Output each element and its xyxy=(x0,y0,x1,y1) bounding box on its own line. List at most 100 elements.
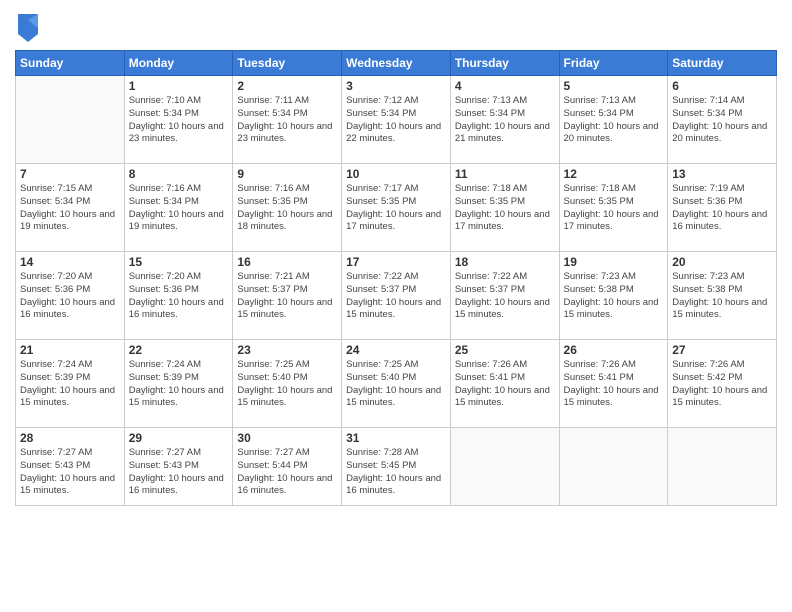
day-number: 8 xyxy=(129,167,229,181)
calendar-cell: 14 Sunrise: 7:20 AM Sunset: 5:36 PM Dayli… xyxy=(16,252,125,340)
day-info: Sunrise: 7:22 AM Sunset: 5:37 PM Dayligh… xyxy=(455,271,555,322)
calendar-cell: 5 Sunrise: 7:13 AM Sunset: 5:34 PM Daylig… xyxy=(559,76,668,164)
day-number: 13 xyxy=(672,167,772,181)
day-number: 21 xyxy=(20,343,120,357)
calendar-cell: 6 Sunrise: 7:14 AM Sunset: 5:34 PM Daylig… xyxy=(668,76,777,164)
calendar-cell: 22 Sunrise: 7:24 AM Sunset: 5:39 PM Dayli… xyxy=(124,340,233,428)
calendar-cell: 29 Sunrise: 7:27 AM Sunset: 5:43 PM Dayli… xyxy=(124,428,233,506)
day-number: 3 xyxy=(346,79,446,93)
day-number: 19 xyxy=(564,255,664,269)
day-info: Sunrise: 7:15 AM Sunset: 5:34 PM Dayligh… xyxy=(20,183,120,234)
calendar-cell: 31 Sunrise: 7:28 AM Sunset: 5:45 PM Dayli… xyxy=(342,428,451,506)
calendar-cell xyxy=(16,76,125,164)
calendar-cell: 23Sunrise: 7:25 AM Sunset: 5:40 PM Dayli… xyxy=(233,340,342,428)
day-number: 30 xyxy=(237,431,337,445)
day-info: Sunrise: 7:11 AM Sunset: 5:34 PM Dayligh… xyxy=(237,95,337,146)
day-info: Sunrise: 7:20 AM Sunset: 5:36 PM Dayligh… xyxy=(20,271,120,322)
day-number: 29 xyxy=(129,431,229,445)
calendar-cell: 15 Sunrise: 7:20 AM Sunset: 5:36 PM Dayli… xyxy=(124,252,233,340)
calendar-cell: 4 Sunrise: 7:13 AM Sunset: 5:34 PM Daylig… xyxy=(450,76,559,164)
weekday-header: Wednesday xyxy=(342,51,451,76)
weekday-header: Thursday xyxy=(450,51,559,76)
day-number: 5 xyxy=(564,79,664,93)
day-number: 2 xyxy=(237,79,337,93)
day-info: Sunrise: 7:24 AM Sunset: 5:39 PM Dayligh… xyxy=(20,359,120,410)
day-info: Sunrise: 7:26 AM Sunset: 5:41 PM Dayligh… xyxy=(455,359,555,410)
weekday-header: Tuesday xyxy=(233,51,342,76)
day-info: Sunrise: 7:27 AM Sunset: 5:44 PM Dayligh… xyxy=(237,447,337,498)
day-number: 7 xyxy=(20,167,120,181)
calendar-cell: 8 Sunrise: 7:16 AM Sunset: 5:34 PM Daylig… xyxy=(124,164,233,252)
logo xyxy=(15,14,40,42)
day-info: Sunrise: 7:24 AM Sunset: 5:39 PM Dayligh… xyxy=(129,359,229,410)
day-number: 10 xyxy=(346,167,446,181)
day-info: Sunrise: 7:19 AM Sunset: 5:36 PM Dayligh… xyxy=(672,183,772,234)
calendar-cell: 18Sunrise: 7:22 AM Sunset: 5:37 PM Dayli… xyxy=(450,252,559,340)
day-number: 1 xyxy=(129,79,229,93)
day-info: Sunrise: 7:26 AM Sunset: 5:41 PM Dayligh… xyxy=(564,359,664,410)
day-number: 17 xyxy=(346,255,446,269)
day-number: 27 xyxy=(672,343,772,357)
day-number: 23 xyxy=(237,343,337,357)
calendar-cell: 2 Sunrise: 7:11 AM Sunset: 5:34 PM Daylig… xyxy=(233,76,342,164)
page: SundayMondayTuesdayWednesdayThursdayFrid… xyxy=(0,0,792,612)
day-info: Sunrise: 7:13 AM Sunset: 5:34 PM Dayligh… xyxy=(455,95,555,146)
calendar-cell: 11 Sunrise: 7:18 AM Sunset: 5:35 PM Dayli… xyxy=(450,164,559,252)
day-number: 16 xyxy=(237,255,337,269)
day-info: Sunrise: 7:10 AM Sunset: 5:34 PM Dayligh… xyxy=(129,95,229,146)
calendar-cell: 27 Sunrise: 7:26 AM Sunset: 5:42 PM Dayli… xyxy=(668,340,777,428)
calendar-cell: 1 Sunrise: 7:10 AM Sunset: 5:34 PM Daylig… xyxy=(124,76,233,164)
day-info: Sunrise: 7:22 AM Sunset: 5:37 PM Dayligh… xyxy=(346,271,446,322)
calendar-cell: 26 Sunrise: 7:26 AM Sunset: 5:41 PM Dayli… xyxy=(559,340,668,428)
day-number: 24 xyxy=(346,343,446,357)
day-info: Sunrise: 7:12 AM Sunset: 5:34 PM Dayligh… xyxy=(346,95,446,146)
calendar-cell: 10 Sunrise: 7:17 AM Sunset: 5:35 PM Dayli… xyxy=(342,164,451,252)
calendar-cell xyxy=(668,428,777,506)
weekday-header: Saturday xyxy=(668,51,777,76)
day-info: Sunrise: 7:16 AM Sunset: 5:35 PM Dayligh… xyxy=(237,183,337,234)
day-number: 4 xyxy=(455,79,555,93)
weekday-header: Monday xyxy=(124,51,233,76)
day-info: Sunrise: 7:13 AM Sunset: 5:34 PM Dayligh… xyxy=(564,95,664,146)
weekday-header: Sunday xyxy=(16,51,125,76)
day-number: 12 xyxy=(564,167,664,181)
day-info: Sunrise: 7:20 AM Sunset: 5:36 PM Dayligh… xyxy=(129,271,229,322)
weekday-header: Friday xyxy=(559,51,668,76)
day-number: 14 xyxy=(20,255,120,269)
day-info: Sunrise: 7:21 AM Sunset: 5:37 PM Dayligh… xyxy=(237,271,337,322)
day-info: Sunrise: 7:26 AM Sunset: 5:42 PM Dayligh… xyxy=(672,359,772,410)
calendar-cell: 9 Sunrise: 7:16 AM Sunset: 5:35 PM Daylig… xyxy=(233,164,342,252)
day-number: 11 xyxy=(455,167,555,181)
day-info: Sunrise: 7:23 AM Sunset: 5:38 PM Dayligh… xyxy=(564,271,664,322)
day-number: 31 xyxy=(346,431,446,445)
day-info: Sunrise: 7:27 AM Sunset: 5:43 PM Dayligh… xyxy=(129,447,229,498)
day-info: Sunrise: 7:18 AM Sunset: 5:35 PM Dayligh… xyxy=(564,183,664,234)
calendar-cell: 16 Sunrise: 7:21 AM Sunset: 5:37 PM Dayli… xyxy=(233,252,342,340)
day-info: Sunrise: 7:16 AM Sunset: 5:34 PM Dayligh… xyxy=(129,183,229,234)
logo-icon xyxy=(18,14,38,42)
day-info: Sunrise: 7:27 AM Sunset: 5:43 PM Dayligh… xyxy=(20,447,120,498)
day-number: 28 xyxy=(20,431,120,445)
day-number: 6 xyxy=(672,79,772,93)
day-number: 15 xyxy=(129,255,229,269)
calendar-cell: 25 Sunrise: 7:26 AM Sunset: 5:41 PM Dayli… xyxy=(450,340,559,428)
calendar-cell: 3 Sunrise: 7:12 AM Sunset: 5:34 PM Daylig… xyxy=(342,76,451,164)
day-number: 25 xyxy=(455,343,555,357)
calendar-cell: 28 Sunrise: 7:27 AM Sunset: 5:43 PM Dayli… xyxy=(16,428,125,506)
day-info: Sunrise: 7:17 AM Sunset: 5:35 PM Dayligh… xyxy=(346,183,446,234)
day-info: Sunrise: 7:28 AM Sunset: 5:45 PM Dayligh… xyxy=(346,447,446,498)
day-info: Sunrise: 7:18 AM Sunset: 5:35 PM Dayligh… xyxy=(455,183,555,234)
day-number: 22 xyxy=(129,343,229,357)
calendar-cell: 12 Sunrise: 7:18 AM Sunset: 5:35 PM Dayli… xyxy=(559,164,668,252)
day-info: Sunrise: 7:14 AM Sunset: 5:34 PM Dayligh… xyxy=(672,95,772,146)
calendar-cell: 24 Sunrise: 7:25 AM Sunset: 5:40 PM Dayli… xyxy=(342,340,451,428)
calendar-cell: 30 Sunrise: 7:27 AM Sunset: 5:44 PM Dayli… xyxy=(233,428,342,506)
calendar: SundayMondayTuesdayWednesdayThursdayFrid… xyxy=(15,50,777,506)
calendar-cell xyxy=(450,428,559,506)
calendar-cell: 13 Sunrise: 7:19 AM Sunset: 5:36 PM Dayli… xyxy=(668,164,777,252)
calendar-cell: 19 Sunrise: 7:23 AM Sunset: 5:38 PM Dayli… xyxy=(559,252,668,340)
day-number: 26 xyxy=(564,343,664,357)
day-number: 9 xyxy=(237,167,337,181)
day-number: 20 xyxy=(672,255,772,269)
day-info: Sunrise: 7:25 AM Sunset: 5:40 PM Dayligh… xyxy=(346,359,446,410)
